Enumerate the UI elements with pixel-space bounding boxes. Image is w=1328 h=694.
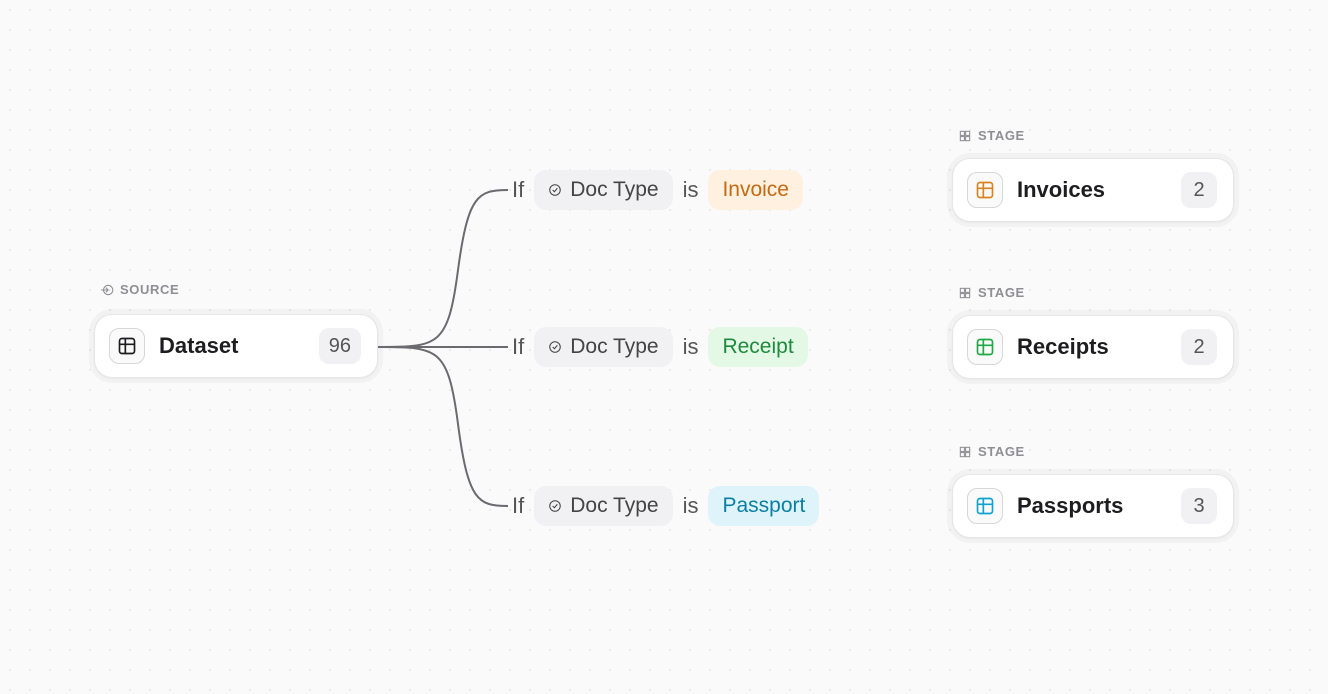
source-section-label: SOURCE	[100, 282, 179, 297]
table-icon	[967, 329, 1003, 365]
table-icon	[967, 488, 1003, 524]
rule-value-chip-1[interactable]: Receipt	[708, 327, 807, 367]
source-node[interactable]: Dataset 96	[94, 314, 378, 378]
rule-row-0[interactable]: If Doc Type is Invoice	[512, 170, 803, 210]
check-circle-icon	[548, 183, 562, 197]
source-node-title: Dataset	[159, 333, 238, 359]
stage-section-label-2: STAGE	[958, 444, 1025, 459]
check-circle-icon	[548, 499, 562, 513]
rule-field-text-0: Doc Type	[570, 178, 658, 202]
is-keyword: is	[683, 493, 699, 519]
branch-connectors	[378, 170, 508, 530]
if-keyword: If	[512, 493, 524, 519]
stage-label-text: STAGE	[978, 128, 1025, 143]
stage-node-1[interactable]: Receipts 2	[952, 315, 1234, 379]
rule-value-chip-0[interactable]: Invoice	[708, 170, 803, 210]
stage-node-count-2: 3	[1181, 488, 1217, 524]
source-label-text: SOURCE	[120, 282, 179, 297]
arrow-icon	[870, 496, 930, 516]
rule-field-chip-1[interactable]: Doc Type	[534, 327, 672, 367]
stage-node-title-2: Passports	[1017, 493, 1123, 519]
table-icon	[109, 328, 145, 364]
stage-node-count-1: 2	[1181, 329, 1217, 365]
arrow-icon	[870, 337, 930, 357]
enter-icon	[100, 283, 114, 297]
rule-row-1[interactable]: If Doc Type is Receipt	[512, 327, 808, 367]
rule-field-chip-2[interactable]: Doc Type	[534, 486, 672, 526]
grid-icon	[958, 445, 972, 459]
stage-node-0[interactable]: Invoices 2	[952, 158, 1234, 222]
stage-node-count-0: 2	[1181, 172, 1217, 208]
rule-field-text-2: Doc Type	[570, 494, 658, 518]
stage-label-text: STAGE	[978, 444, 1025, 459]
grid-icon	[958, 129, 972, 143]
if-keyword: If	[512, 177, 524, 203]
check-circle-icon	[548, 340, 562, 354]
rule-field-text-1: Doc Type	[570, 335, 658, 359]
stage-section-label-1: STAGE	[958, 285, 1025, 300]
is-keyword: is	[683, 334, 699, 360]
grid-icon	[958, 286, 972, 300]
stage-section-label-0: STAGE	[958, 128, 1025, 143]
stage-node-title-1: Receipts	[1017, 334, 1109, 360]
is-keyword: is	[683, 177, 699, 203]
rule-value-chip-2[interactable]: Passport	[708, 486, 819, 526]
if-keyword: If	[512, 334, 524, 360]
rule-row-2[interactable]: If Doc Type is Passport	[512, 486, 819, 526]
source-node-count: 96	[319, 328, 361, 364]
rule-field-chip-0[interactable]: Doc Type	[534, 170, 672, 210]
arrow-icon	[870, 180, 930, 200]
table-icon	[967, 172, 1003, 208]
stage-label-text: STAGE	[978, 285, 1025, 300]
stage-node-2[interactable]: Passports 3	[952, 474, 1234, 538]
stage-node-title-0: Invoices	[1017, 177, 1105, 203]
